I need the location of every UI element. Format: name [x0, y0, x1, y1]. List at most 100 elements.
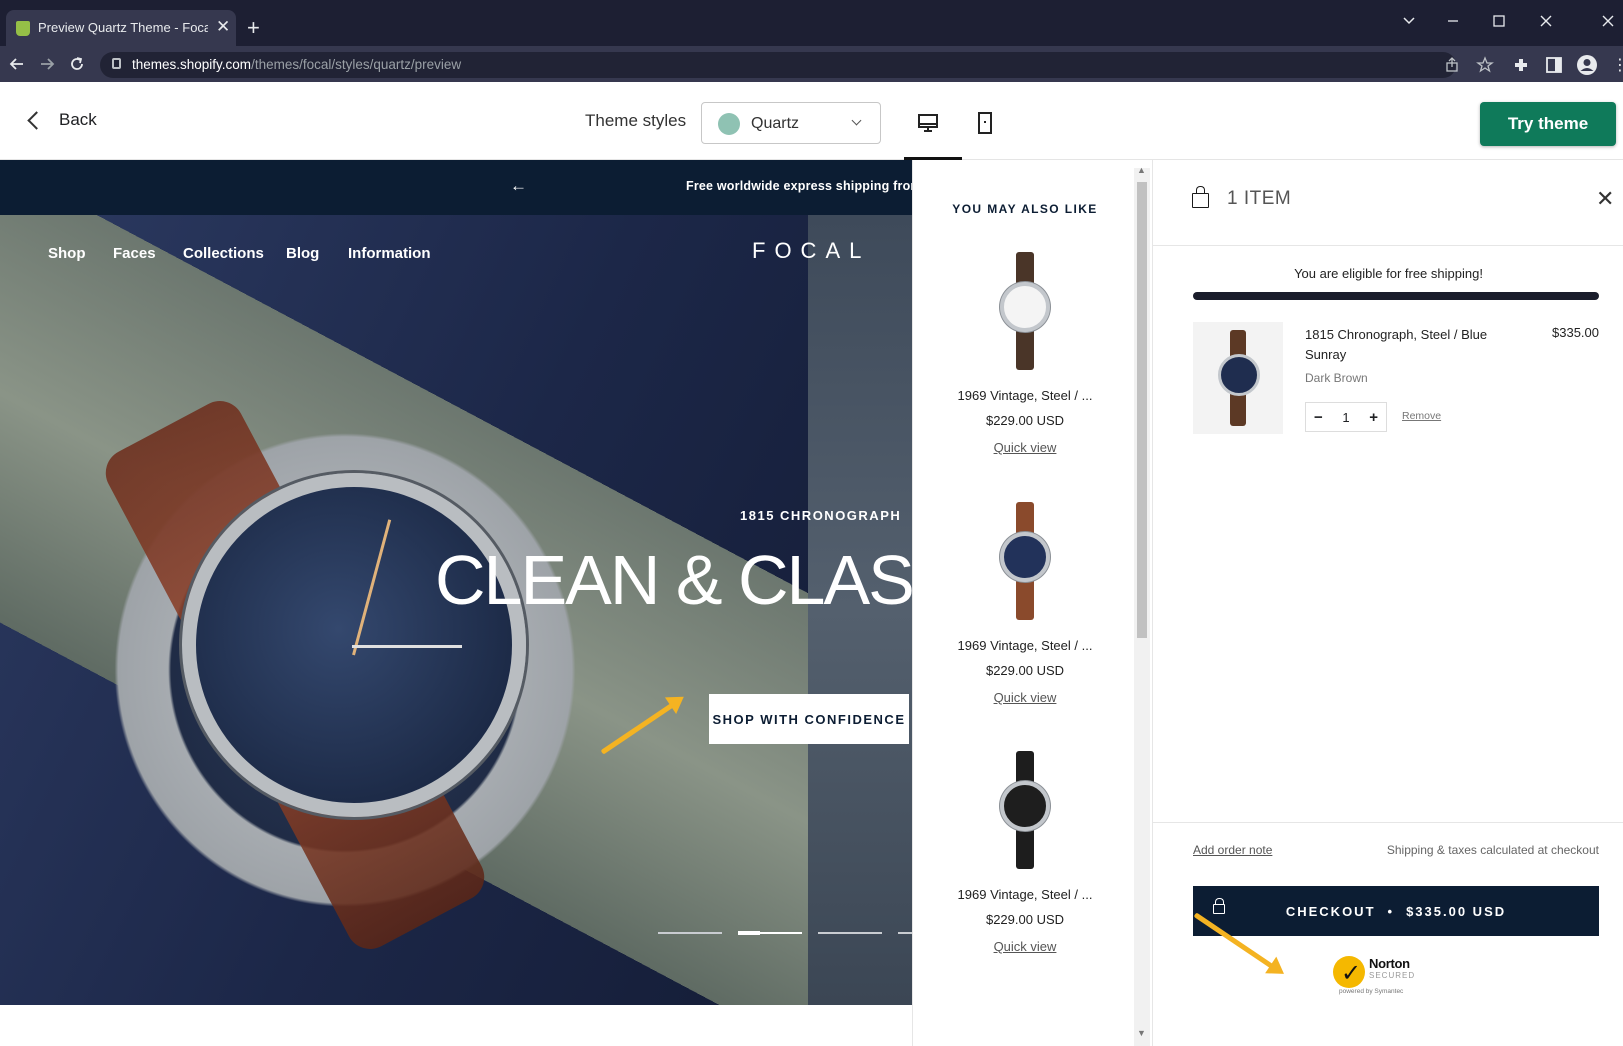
nav-link-shop[interactable]: Shop	[48, 245, 86, 262]
slide-indicator[interactable]	[818, 932, 882, 934]
theme-style-select[interactable]: Quartz	[701, 102, 881, 144]
slide-indicator[interactable]	[738, 931, 802, 935]
announcement-text: Free worldwide express shipping from $	[686, 179, 912, 193]
share-icon[interactable]	[1444, 57, 1460, 73]
product-price: $229.00 USD	[985, 912, 1065, 927]
back-label: Back	[59, 110, 97, 129]
back-arrow-icon[interactable]	[8, 55, 26, 73]
chevron-left-icon	[27, 110, 46, 130]
remove-item-link[interactable]: Remove	[1402, 410, 1441, 422]
product-image[interactable]	[979, 745, 1071, 875]
free-shipping-message: You are eligible for free shipping!	[1294, 266, 1483, 281]
cart-header: 1 ITEM ✕	[1153, 160, 1623, 246]
store-logo[interactable]: FOCAL	[752, 238, 870, 264]
scroll-up-arrow-icon[interactable]: ▲	[1137, 165, 1146, 175]
free-shipping-progress-bar	[1193, 292, 1599, 300]
tab-close-icon[interactable]: ✕	[216, 17, 230, 37]
quantity-value[interactable]: 1	[1342, 410, 1349, 425]
product-name[interactable]: 1969 Vintage, Steel / ...	[913, 887, 1137, 902]
watch-dial	[1000, 282, 1050, 332]
recommendations-panel: YOU MAY ALSO LIKE 1969 Vintage, Steel / …	[912, 160, 1152, 1046]
cart-drawer: 1 ITEM ✕ You are eligible for free shipp…	[1152, 160, 1623, 1046]
norton-powered-text: powered by Symantec	[1339, 988, 1404, 995]
url-text: themes.shopify.com/themes/focal/styles/q…	[132, 57, 462, 72]
store-nav: Shop Faces Collections Blog Information …	[0, 215, 912, 295]
checkout-button[interactable]: CHECKOUT • $335.00 USD	[1193, 886, 1599, 936]
product-name[interactable]: 1969 Vintage, Steel / ...	[913, 638, 1137, 653]
new-tab-button[interactable]: +	[247, 15, 260, 41]
taxes-note: Shipping & taxes calculated at checkout	[1386, 843, 1599, 857]
mobile-view-button[interactable]	[958, 100, 1012, 158]
hero-image-watch-hand	[352, 645, 462, 648]
browser-menu-icon[interactable]: ⋮	[1612, 55, 1623, 75]
nav-link-blog[interactable]: Blog	[286, 245, 319, 262]
watch-dial	[1218, 354, 1260, 396]
nav-link-faces[interactable]: Faces	[113, 245, 156, 262]
store-preview: ← Free worldwide express shipping from $…	[0, 160, 912, 1006]
back-button[interactable]: Back	[26, 108, 97, 132]
try-theme-button[interactable]: Try theme	[1480, 102, 1616, 146]
quick-view-link[interactable]: Quick view	[994, 440, 1057, 455]
quick-view-link[interactable]: Quick view	[994, 939, 1057, 954]
product-price: $229.00 USD	[985, 413, 1065, 428]
minimize-icon[interactable]	[1446, 14, 1460, 28]
profile-icon[interactable]	[1576, 54, 1598, 76]
quick-view-link[interactable]: Quick view	[994, 690, 1057, 705]
product-image[interactable]	[979, 496, 1071, 626]
slide-indicator[interactable]	[898, 932, 912, 934]
norton-secured-text: SECURED	[1369, 971, 1416, 980]
bookmark-star-icon[interactable]	[1476, 56, 1494, 74]
reload-icon[interactable]	[68, 55, 86, 73]
watch-dial	[1000, 781, 1050, 831]
cart-item-variant: Dark Brown	[1305, 371, 1368, 385]
annotation-arrow	[600, 700, 679, 755]
close-icon[interactable]: ✕	[1596, 186, 1614, 212]
divider	[1153, 822, 1623, 823]
quantity-stepper[interactable]: − 1 +	[1305, 402, 1387, 432]
increase-quantity-button[interactable]: +	[1369, 409, 1378, 426]
checkout-total: $335.00 USD	[1406, 903, 1507, 919]
tab-title: Preview Quartz Theme - Focal Ec	[38, 20, 208, 35]
scrollbar-thumb[interactable]	[1137, 182, 1147, 638]
add-order-note-link[interactable]: Add order note	[1193, 843, 1272, 857]
address-bar[interactable]: themes.shopify.com/themes/focal/styles/q…	[100, 52, 1494, 78]
cart-item-count: 1 ITEM	[1227, 188, 1292, 209]
decrease-quantity-button[interactable]: −	[1314, 409, 1323, 426]
desktop-monitor-icon	[918, 114, 938, 132]
store-footer-gap	[0, 1006, 912, 1046]
nav-link-collections[interactable]: Collections	[183, 245, 264, 262]
tab-search-chevron-icon[interactable]	[1402, 14, 1416, 28]
recommendation-item[interactable]: 1969 Vintage, Steel / ... $229.00 USD Qu…	[913, 745, 1137, 956]
checkmark-icon: ✓	[1341, 960, 1362, 987]
theme-styles-label: Theme styles	[585, 111, 687, 130]
window-close-icon-edge[interactable]	[1600, 13, 1616, 29]
selected-style-value: Quartz	[751, 115, 800, 132]
slide-indicator[interactable]	[658, 932, 722, 934]
style-color-swatch	[718, 113, 740, 135]
recommendation-item[interactable]: 1969 Vintage, Steel / ... $229.00 USD Qu…	[913, 246, 1137, 457]
window-close-icon[interactable]	[1538, 13, 1554, 29]
extensions-icon[interactable]	[1512, 56, 1530, 74]
shopping-bag-icon	[1192, 186, 1209, 208]
product-name[interactable]: 1969 Vintage, Steel / ...	[913, 388, 1137, 403]
sidepanel-icon[interactable]	[1545, 56, 1563, 74]
product-price: $229.00 USD	[985, 663, 1065, 678]
browser-tab[interactable]: Preview Quartz Theme - Focal Ec ✕	[6, 10, 236, 46]
hero-kicker: 1815 CHRONOGRAPH	[740, 508, 902, 523]
cart-item-price: $335.00	[1552, 325, 1599, 340]
scroll-down-arrow-icon[interactable]: ▼	[1137, 1028, 1146, 1038]
maximize-icon[interactable]	[1492, 14, 1506, 28]
cart-item-title[interactable]: 1815 Chronograph, Steel / Blue Sunray	[1305, 325, 1505, 365]
nav-link-information[interactable]: Information	[348, 245, 431, 262]
desktop-view-button[interactable]	[904, 100, 962, 160]
shop-with-confidence-button[interactable]: SHOP WITH CONFIDENCE	[709, 694, 909, 744]
lock-icon	[112, 58, 121, 69]
chevron-down-icon	[851, 115, 862, 126]
forward-arrow-icon[interactable]	[38, 55, 56, 73]
product-image[interactable]	[979, 246, 1071, 376]
announcement-prev-arrow-icon[interactable]: ←	[510, 176, 527, 196]
cart-item-image[interactable]	[1193, 322, 1283, 434]
recommendation-item[interactable]: 1969 Vintage, Steel / ... $229.00 USD Qu…	[913, 496, 1137, 707]
hero-title: CLEAN & CLASSIC	[435, 541, 912, 619]
checkout-separator: •	[1387, 903, 1395, 919]
